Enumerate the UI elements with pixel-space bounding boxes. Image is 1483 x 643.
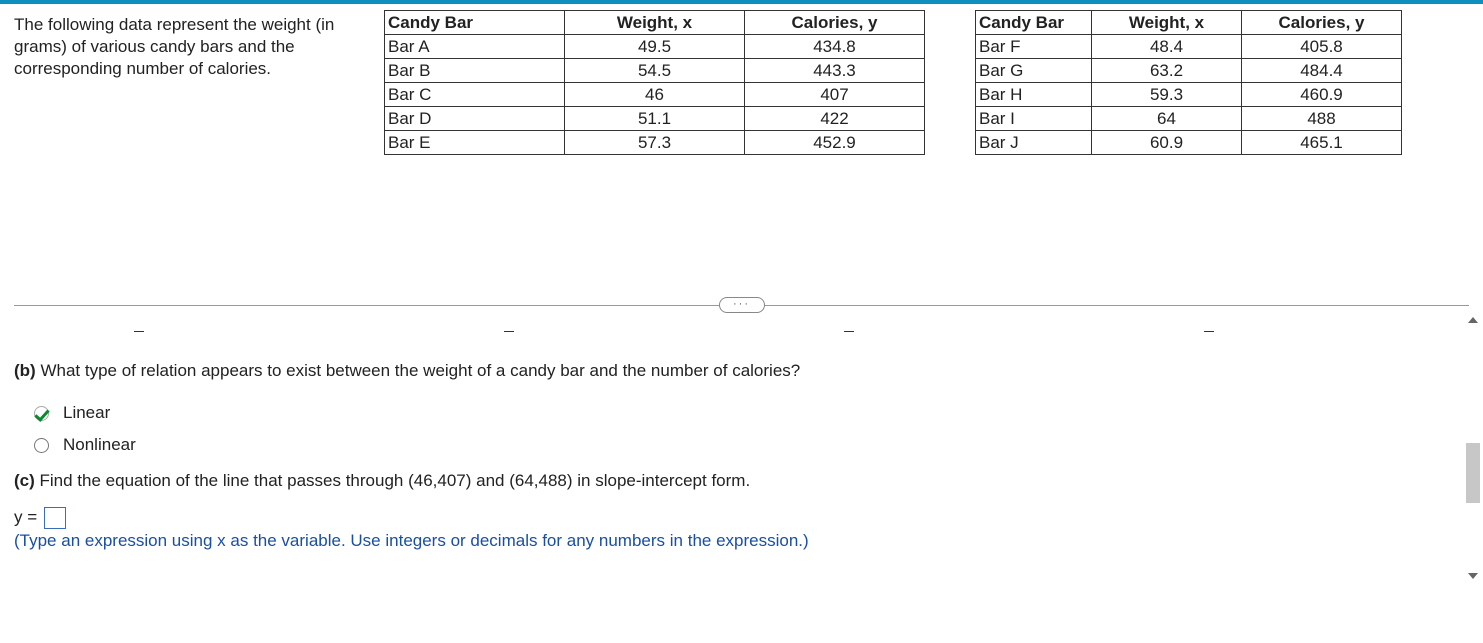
col-header: Weight, x xyxy=(565,11,745,35)
data-tables: Candy Bar Weight, x Calories, y Bar A49.… xyxy=(384,10,1475,155)
scroll-thumb[interactable] xyxy=(1466,443,1480,503)
question-b: (b) What type of relation appears to exi… xyxy=(14,361,1483,381)
option-label: Linear xyxy=(63,403,110,423)
table-row: Bar F48.4405.8 xyxy=(976,35,1402,59)
expand-pill-button[interactable]: ··· xyxy=(719,297,765,313)
part-label: (b) xyxy=(14,361,36,380)
table-row: Bar G63.2484.4 xyxy=(976,59,1402,83)
data-table-2: Candy Bar Weight, x Calories, y Bar F48.… xyxy=(975,10,1402,155)
col-header: Candy Bar xyxy=(976,11,1092,35)
col-header: Weight, x xyxy=(1092,11,1242,35)
options-group: Linear Nonlinear xyxy=(34,397,1483,461)
col-header: Calories, y xyxy=(745,11,925,35)
part-label: (c) xyxy=(14,471,35,490)
table-row: Bar E57.3452.9 xyxy=(385,131,925,155)
answer-row: y = xyxy=(14,507,1483,529)
table-row: Bar I64488 xyxy=(976,107,1402,131)
data-table-1: Candy Bar Weight, x Calories, y Bar A49.… xyxy=(384,10,925,155)
question-c: (c) Find the equation of the line that p… xyxy=(14,471,1483,491)
intro-text: The following data represent the weight … xyxy=(14,10,374,80)
table-row: Bar C46407 xyxy=(385,83,925,107)
table-row: Bar A49.5434.8 xyxy=(385,35,925,59)
scrollbar[interactable] xyxy=(1465,315,1481,595)
radio-unselected-icon xyxy=(34,438,49,453)
radio-selected-correct-icon xyxy=(34,406,49,421)
table-row: Bar D51.1422 xyxy=(385,107,925,131)
option-nonlinear[interactable]: Nonlinear xyxy=(34,429,1483,461)
problem-header: The following data represent the weight … xyxy=(0,4,1483,155)
option-label: Nonlinear xyxy=(63,435,136,455)
option-linear[interactable]: Linear xyxy=(34,397,1483,429)
table-row: Bar H59.3460.9 xyxy=(976,83,1402,107)
answer-prefix: y = xyxy=(14,507,37,526)
hidden-content-indicator xyxy=(14,315,1483,353)
col-header: Calories, y xyxy=(1242,11,1402,35)
table-row: Bar B54.5443.3 xyxy=(385,59,925,83)
question-text: What type of relation appears to exist b… xyxy=(36,361,801,380)
answer-input[interactable] xyxy=(44,507,66,529)
answer-hint: (Type an expression using x as the varia… xyxy=(14,531,1483,551)
col-header: Candy Bar xyxy=(385,11,565,35)
section-divider: ··· xyxy=(0,295,1483,315)
scroll-down-icon[interactable] xyxy=(1468,573,1478,579)
question-text: Find the equation of the line that passe… xyxy=(35,471,750,490)
table-row: Bar J60.9465.1 xyxy=(976,131,1402,155)
